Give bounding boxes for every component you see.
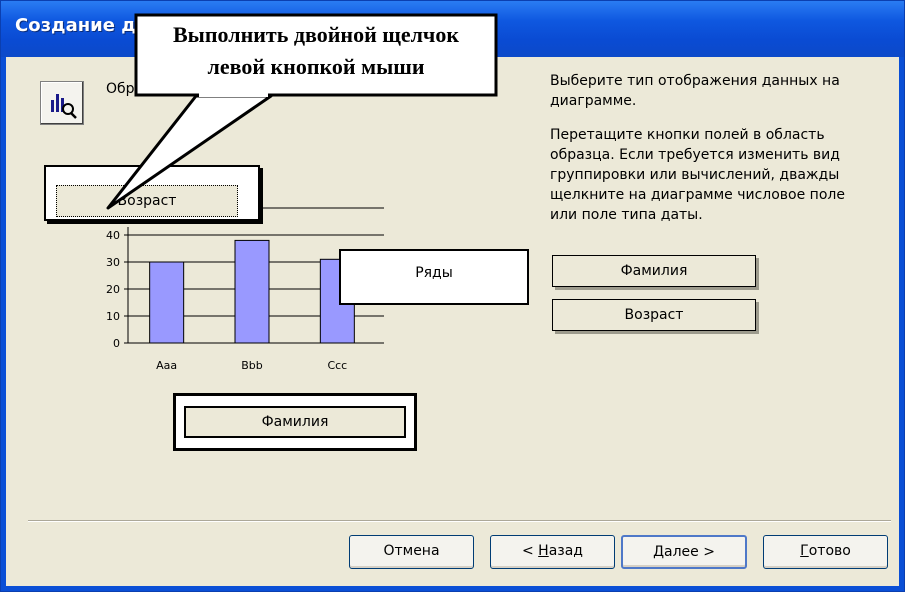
window-title: Создание д bbox=[15, 15, 136, 36]
chart-wizard-window: Создание д Образец 0 10 20 30 40 Aaa Bbb Ccc Во… bbox=[0, 0, 905, 592]
chart-x-tick-label: Ccc bbox=[327, 359, 347, 372]
chart-y-tick-label: 40 bbox=[106, 229, 120, 242]
chart-x-tick-label: Aaa bbox=[156, 359, 177, 372]
instructions: Выберите тип отображения данных на диагр… bbox=[550, 71, 890, 225]
next-label-rest: алее > bbox=[664, 544, 715, 560]
back-label-prefix: < bbox=[521, 543, 539, 559]
finish-label-rest: отово bbox=[808, 543, 851, 559]
chart-y-tick-label: 20 bbox=[106, 283, 120, 296]
cancel-label: Отмена bbox=[383, 543, 440, 559]
next-button[interactable]: Далее > bbox=[621, 535, 747, 569]
cancel-button[interactable]: Отмена bbox=[349, 535, 474, 569]
chart-y-tick-label: 30 bbox=[106, 256, 120, 269]
back-button[interactable]: < Назад bbox=[490, 535, 615, 569]
callout-line-2: левой кнопкой мыши bbox=[207, 54, 425, 79]
instructions-line: или поле типа даты. bbox=[550, 207, 703, 223]
chart-y-tick-label: 10 bbox=[106, 310, 120, 323]
series-drop-zone[interactable]: Ряды bbox=[339, 249, 529, 305]
instructions-line: Перетащите кнопки полей в область bbox=[550, 127, 825, 143]
finish-label-accelerator: Г bbox=[800, 543, 809, 559]
field-button-familiya[interactable]: Фамилия bbox=[552, 255, 756, 287]
instructions-line: группировки или вычислений, дважды bbox=[550, 167, 840, 183]
next-label-accelerator: Д bbox=[653, 544, 664, 560]
series-label: Ряды bbox=[415, 265, 453, 281]
instructions-line: щелкните на диаграмме числовое поле bbox=[550, 187, 845, 203]
chart-x-tick-label: Bbb bbox=[241, 359, 263, 372]
callout-line-1: Выполнить двойной щелчок bbox=[172, 22, 460, 47]
chart-bar bbox=[234, 239, 270, 344]
y-field-drop-zone[interactable]: Возраст bbox=[44, 165, 260, 221]
instructions-line: образца. Если требуется изменить вид bbox=[550, 147, 840, 163]
back-label-accelerator: Н bbox=[538, 543, 549, 559]
y-field-button[interactable]: Возраст bbox=[56, 185, 238, 217]
x-field-button[interactable]: Фамилия bbox=[184, 406, 406, 438]
finish-button[interactable]: Готово bbox=[763, 535, 888, 569]
field-button-vozrast[interactable]: Возраст bbox=[552, 299, 756, 331]
chart-bar bbox=[149, 261, 185, 344]
dialog-client-area: Образец 0 10 20 30 40 Aaa Bbb Ccc Возраст Ряды … bbox=[6, 57, 899, 586]
instructions-line: Выберите тип отображения данных на bbox=[550, 73, 840, 89]
x-field-drop-zone[interactable]: Фамилия bbox=[173, 393, 417, 451]
back-label-rest: азад bbox=[548, 543, 583, 559]
instructions-line: диаграмме. bbox=[550, 93, 637, 109]
chart-y-tick-label: 0 bbox=[113, 337, 120, 350]
separator bbox=[28, 520, 891, 522]
